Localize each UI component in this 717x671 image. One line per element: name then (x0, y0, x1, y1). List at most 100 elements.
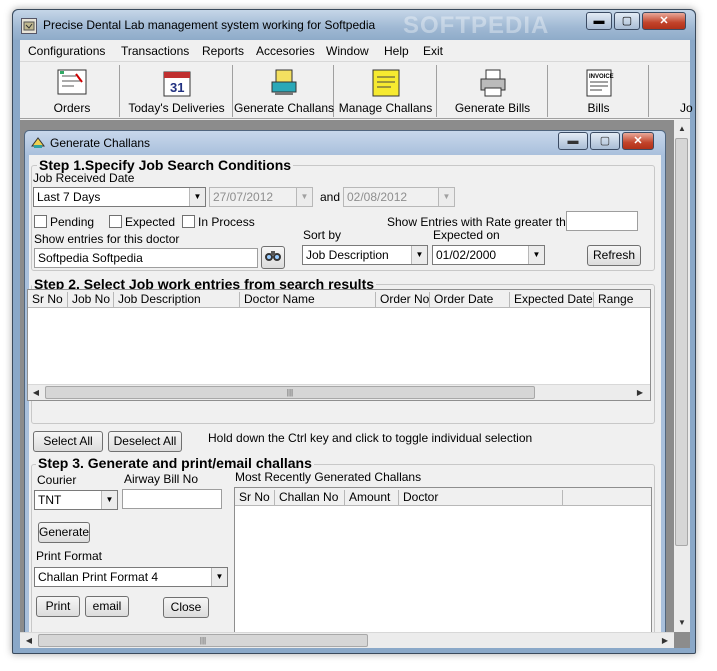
generate-button[interactable]: Generate (38, 522, 90, 543)
scrollbar-thumb[interactable] (675, 138, 688, 546)
col-expected-date[interactable]: Expected Date (510, 292, 594, 308)
menu-bar: Configurations Transactions Reports Acce… (20, 40, 690, 62)
minimize-icon: ▬ (593, 15, 605, 27)
watermark: SOFTPEDIA (403, 12, 550, 39)
expected-on-value: 01/02/2000 (436, 248, 497, 262)
expected-label: Expected (125, 215, 176, 229)
menu-window[interactable]: Window (326, 44, 369, 58)
scroll-right-icon[interactable]: ▶ (633, 386, 647, 400)
courier-label: Courier (37, 473, 77, 487)
col-sr-no[interactable]: Sr No (28, 292, 68, 308)
challan-grid-header: Sr No Challan No Amount Doctor (235, 488, 651, 506)
in-process-label: In Process (198, 215, 255, 229)
toolbar-manage-challans-button[interactable]: Manage Challans (335, 65, 437, 117)
toolbar-label: Generate Challans (234, 101, 335, 115)
child-minimize-button[interactable]: ▬ (558, 132, 588, 150)
col-challan-no[interactable]: Challan No (275, 490, 345, 506)
menu-exit[interactable]: Exit (423, 44, 443, 58)
main-window: Precise Dental Lab management system wor… (12, 9, 696, 654)
col-job-description[interactable]: Job Description (114, 292, 240, 308)
mdi-hscroll[interactable]: ◀ ||| ▶ (20, 632, 674, 648)
col-doctor[interactable]: Doctor (399, 490, 563, 506)
recent-challans-grid[interactable]: Sr No Challan No Amount Doctor (234, 487, 652, 637)
manage-challans-icon (370, 68, 402, 98)
col-range[interactable]: Range (594, 292, 650, 308)
chevron-down-icon[interactable]: ▼ (528, 246, 544, 264)
maximize-button[interactable]: ▢ (614, 12, 640, 30)
close-button[interactable]: ✕ (642, 12, 686, 30)
generate-challans-window: Generate Challans ▬ ▢ ✕ Step 1.Specify J… (24, 130, 666, 642)
doctor-lookup-button[interactable] (261, 246, 285, 269)
toolbar-generate-bills-button[interactable]: Generate Bills (438, 65, 548, 117)
scroll-left-icon[interactable]: ◀ (22, 634, 36, 648)
toolbar-bills-button[interactable]: INVOICE Bills (549, 65, 649, 117)
generate-challans-icon (268, 68, 300, 98)
scroll-right-icon[interactable]: ▶ (658, 634, 672, 648)
refresh-button[interactable]: Refresh (587, 245, 641, 266)
expected-checkbox[interactable] (109, 215, 122, 228)
toolbar-generate-challans-button[interactable]: Generate Challans (234, 65, 334, 117)
child-title-bar[interactable]: Generate Challans ▬ ▢ ✕ (25, 131, 665, 155)
rate-input[interactable] (566, 211, 638, 231)
chevron-down-icon[interactable]: ▼ (411, 246, 427, 264)
toolbar-orders-button[interactable]: Orders (25, 65, 120, 117)
maximize-icon: ▢ (621, 15, 633, 27)
sortby-select[interactable]: Job Description ▼ (302, 245, 428, 265)
print-button[interactable]: Print (36, 596, 80, 617)
minimize-button[interactable]: ▬ (586, 12, 612, 30)
expected-on-picker[interactable]: 01/02/2000 ▼ (432, 245, 545, 265)
airway-label: Airway Bill No (124, 472, 199, 486)
menu-reports[interactable]: Reports (202, 44, 244, 58)
scroll-up-icon[interactable]: ▲ (675, 122, 689, 136)
toolbar-jo-button[interactable]: Jo (650, 65, 693, 117)
child-title: Generate Challans (50, 136, 151, 150)
doctor-input[interactable]: Softpedia Softpedia (34, 248, 258, 268)
title-bar[interactable]: Precise Dental Lab management system wor… (13, 10, 695, 40)
select-all-button[interactable]: Select All (33, 431, 103, 452)
scrollbar-thumb[interactable]: ||| (38, 634, 368, 647)
scroll-left-icon[interactable]: ◀ (29, 386, 43, 400)
menu-accesories[interactable]: Accesories (256, 44, 315, 58)
job-entries-grid[interactable]: Sr No Job No Job Description Doctor Name… (27, 289, 651, 401)
menu-configurations[interactable]: Configurations (28, 44, 105, 58)
doctor-label: Show entries for this doctor (34, 232, 180, 246)
toolbar-label: Today's Deliveries (128, 101, 225, 115)
invoice-icon: INVOICE (583, 68, 615, 98)
child-maximize-button[interactable]: ▢ (590, 132, 620, 150)
print-format-select[interactable]: Challan Print Format 4 ▼ (34, 567, 228, 587)
deselect-all-button[interactable]: Deselect All (108, 431, 182, 452)
col-job-no[interactable]: Job No (68, 292, 114, 308)
chevron-down-icon[interactable]: ▼ (101, 491, 117, 509)
in-process-checkbox[interactable] (182, 215, 195, 228)
col-amount[interactable]: Amount (345, 490, 399, 506)
courier-select[interactable]: TNT ▼ (34, 490, 118, 510)
scrollbar-thumb[interactable]: ||| (45, 386, 535, 399)
child-close-button[interactable]: ✕ (622, 132, 654, 150)
date-to-value: 02/08/2012 (347, 190, 408, 204)
col-order-no[interactable]: Order No (376, 292, 430, 308)
job-grid-hscroll[interactable]: ◀ ||| ▶ (28, 384, 650, 400)
chevron-down-icon[interactable]: ▼ (211, 568, 227, 586)
chevron-down-icon[interactable]: ▼ (296, 188, 312, 206)
recent-challans-label: Most Recently Generated Challans (235, 470, 422, 484)
scroll-down-icon[interactable]: ▼ (675, 616, 689, 630)
menu-help[interactable]: Help (384, 44, 409, 58)
close-form-button[interactable]: Close (163, 597, 209, 618)
print-format-label: Print Format (36, 549, 103, 563)
airway-input[interactable] (122, 489, 222, 509)
date-from-picker[interactable]: 27/07/2012 ▼ (209, 187, 313, 207)
chevron-down-icon[interactable]: ▼ (438, 188, 454, 206)
menu-transactions[interactable]: Transactions (121, 44, 189, 58)
toolbar-todays-deliveries-button[interactable]: 31 Today's Deliveries (121, 65, 233, 117)
date-to-picker[interactable]: 02/08/2012 ▼ (343, 187, 455, 207)
col-sr-no[interactable]: Sr No (235, 490, 275, 506)
date-range-select[interactable]: Last 7 Days ▼ (33, 187, 206, 207)
col-doctor-name[interactable]: Doctor Name (240, 292, 376, 308)
chevron-down-icon[interactable]: ▼ (189, 188, 205, 206)
mdi-vscroll[interactable]: ▲ ▼ (674, 120, 690, 632)
rate-label: Show Entries with Rate greater than (387, 215, 580, 229)
toolbar-label: Manage Challans (338, 101, 433, 115)
col-order-date[interactable]: Order Date (430, 292, 510, 308)
email-button[interactable]: email (85, 596, 129, 617)
pending-checkbox[interactable] (34, 215, 47, 228)
